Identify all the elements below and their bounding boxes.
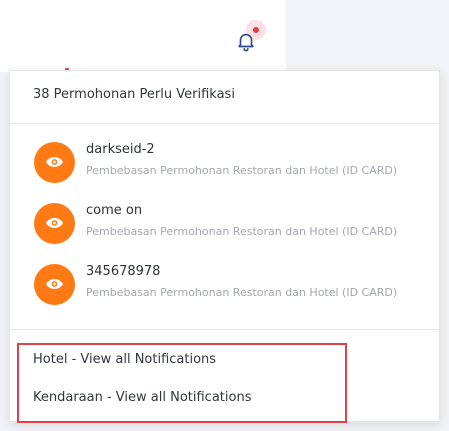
hotel-view-all-link[interactable]: Hotel - View all Notifications: [33, 352, 216, 367]
eye-icon: [45, 218, 64, 228]
notification-item[interactable]: darkseid-2 Pembebasan Permohonan Restora…: [10, 136, 439, 197]
notification-description: Pembebasan Permohonan Restoran dan Hotel…: [86, 225, 398, 238]
eye-icon: [45, 279, 64, 289]
eye-icon: [45, 157, 64, 167]
kendaraan-view-all-link[interactable]: Kendaraan - View all Notifications: [33, 390, 251, 405]
notification-title: 345678978: [86, 264, 161, 279]
notification-description: Pembebasan Permohonan Restoran dan Hotel…: [86, 164, 398, 177]
divider: [10, 329, 439, 330]
notification-item[interactable]: come on Pembebasan Permohonan Restoran d…: [10, 197, 439, 258]
notification-bell-button[interactable]: [231, 20, 266, 54]
notification-item[interactable]: 345678978 Pembebasan Permohonan Restoran…: [10, 258, 439, 319]
notification-list: darkseid-2 Pembebasan Permohonan Restora…: [10, 124, 439, 319]
notification-title: come on: [86, 203, 143, 218]
notification-avatar: [34, 142, 75, 183]
unread-dot: [253, 27, 259, 33]
notifications-header: 38 Permohonan Perlu Verifikasi: [10, 71, 439, 124]
notification-avatar: [34, 264, 75, 305]
notification-avatar: [34, 203, 75, 244]
notifications-dropdown: 38 Permohonan Perlu Verifikasi darkseid-…: [9, 70, 440, 423]
notification-title: darkseid-2: [86, 142, 155, 157]
notification-description: Pembebasan Permohonan Restoran dan Hotel…: [86, 286, 398, 299]
bell-icon: [238, 33, 254, 52]
view-all-links-highlight: Hotel - View all Notifications Kendaraan…: [17, 343, 347, 423]
top-navbar: [0, 0, 286, 72]
